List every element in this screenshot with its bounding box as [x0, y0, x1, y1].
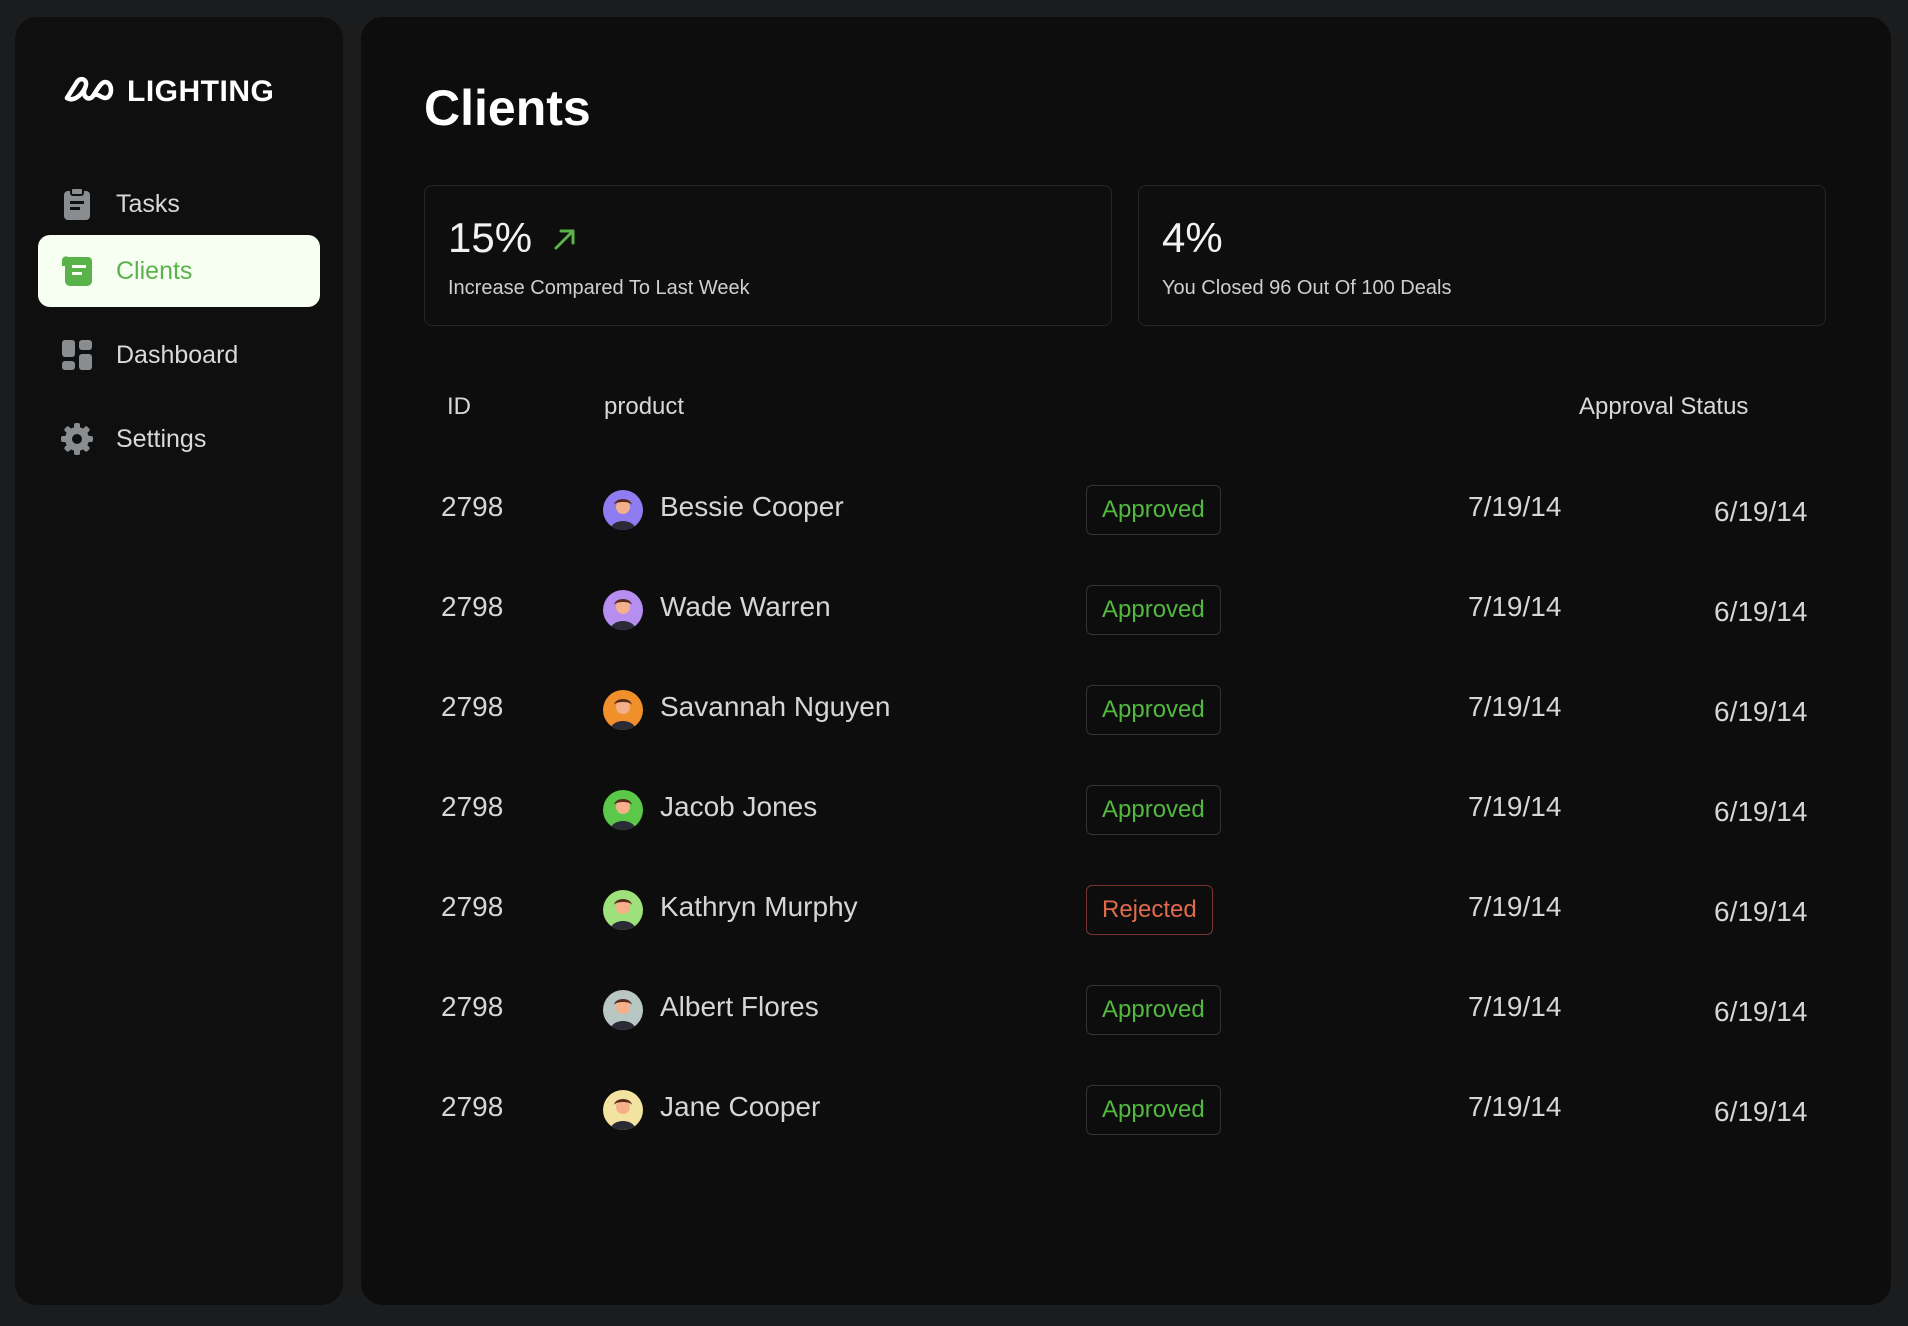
stat-value: 4%: [1162, 214, 1223, 261]
gear-icon: [60, 422, 94, 456]
cell-date: 7/19/14: [1468, 1091, 1562, 1122]
cell-client-name: Kathryn Murphy: [660, 891, 858, 922]
avatar: [603, 490, 643, 530]
cell-id: 2798: [441, 591, 504, 622]
cell-client-name: Bessie Cooper: [660, 491, 844, 522]
arrow-up-right-icon: [552, 214, 578, 262]
page-title: Clients: [424, 80, 591, 136]
cell-date: 6/19/14: [1714, 1096, 1808, 1127]
cell-date: 6/19/14: [1714, 796, 1808, 827]
sidebar-item-label: Dashboard: [116, 340, 239, 369]
sidebar-item-label: Tasks: [116, 189, 180, 218]
cell-date: 6/19/14: [1714, 696, 1808, 727]
table-row[interactable]: 2798 Kathryn Murphy Rejected 7/19/14 6/19/14: [361, 859, 1891, 959]
table-row[interactable]: 2798 Bessie Cooper Approved 7/19/14 6/19/14: [361, 459, 1891, 559]
status-badge: Approved: [1086, 585, 1221, 635]
stat-description: You Closed 96 Out Of 100 Deals: [1162, 277, 1452, 299]
cell-client-name: Albert Flores: [660, 991, 819, 1022]
cell-id: 2798: [441, 791, 504, 822]
table-row[interactable]: 2798 Jacob Jones Approved 7/19/14 6/19/14: [361, 759, 1891, 859]
dashboard-icon: [60, 338, 94, 372]
cell-id: 2798: [441, 691, 504, 722]
cell-date: 7/19/14: [1468, 691, 1562, 722]
sidebar: LIGHTING Tasks Clients Dashboard Setting…: [15, 17, 343, 1305]
table-row[interactable]: 2798 Savannah Nguyen Approved 7/19/14 6/19/1…: [361, 659, 1891, 759]
avatar: [603, 690, 643, 730]
column-header-approval-status[interactable]: Approval Status: [1579, 393, 1748, 421]
stat-description: Increase Compared To Last Week: [448, 277, 750, 299]
stat-value: 15%: [448, 214, 533, 261]
avatar: [603, 990, 643, 1030]
cell-date: 7/19/14: [1468, 891, 1562, 922]
cell-date: 6/19/14: [1714, 496, 1808, 527]
table-row[interactable]: 2798 Wade Warren Approved 7/19/14 6/19/14: [361, 559, 1891, 659]
status-badge: Approved: [1086, 985, 1221, 1035]
cell-date: 7/19/14: [1468, 991, 1562, 1022]
avatar: [603, 590, 643, 630]
sidebar-item-clients[interactable]: Clients: [38, 235, 320, 307]
column-header-id[interactable]: ID: [447, 393, 471, 421]
avatar: [603, 790, 643, 830]
cell-date: 7/19/14: [1468, 591, 1562, 622]
status-badge: Approved: [1086, 1085, 1221, 1135]
scroll-icon: [60, 254, 94, 288]
table-row[interactable]: 2798 Albert Flores Approved 7/19/14 6/19/14: [361, 959, 1891, 1059]
avatar: [603, 1090, 643, 1130]
status-badge: Rejected: [1086, 885, 1213, 935]
stat-value-row: 4%: [1162, 214, 1223, 262]
cell-date: 7/19/14: [1468, 791, 1562, 822]
cell-id: 2798: [441, 1091, 504, 1122]
stat-card-deals-closed: 4% You Closed 96 Out Of 100 Deals: [1138, 185, 1826, 326]
avatar: [603, 890, 643, 930]
cell-id: 2798: [441, 991, 504, 1022]
logo-text: LIGHTING: [127, 75, 275, 108]
column-header-product[interactable]: product: [604, 393, 684, 421]
sidebar-item-label: Settings: [116, 424, 207, 453]
sidebar-item-settings[interactable]: Settings: [38, 403, 320, 475]
cell-client-name: Savannah Nguyen: [660, 691, 891, 722]
cell-client-name: Wade Warren: [660, 591, 831, 622]
cell-date: 6/19/14: [1714, 996, 1808, 1027]
status-badge: Approved: [1086, 485, 1221, 535]
cell-client-name: Jacob Jones: [660, 791, 818, 822]
app-logo[interactable]: LIGHTING: [61, 75, 274, 109]
main-panel: Clients 15% Increase Compared To Last We…: [361, 17, 1891, 1305]
cell-date: 6/19/14: [1714, 896, 1808, 927]
status-badge: Approved: [1086, 685, 1221, 735]
cell-id: 2798: [441, 891, 504, 922]
sidebar-item-label: Clients: [116, 256, 193, 285]
stat-card-weekly-increase: 15% Increase Compared To Last Week: [424, 185, 1112, 326]
clipboard-icon: [60, 187, 94, 221]
infinity-logo-icon: [61, 76, 117, 109]
cell-date: 7/19/14: [1468, 491, 1562, 522]
cell-date: 6/19/14: [1714, 596, 1808, 627]
cell-id: 2798: [441, 491, 504, 522]
sidebar-item-dashboard[interactable]: Dashboard: [38, 319, 320, 391]
status-badge: Approved: [1086, 785, 1221, 835]
sidebar-item-tasks[interactable]: Tasks: [38, 168, 320, 240]
table-row[interactable]: 2798 Jane Cooper Approved 7/19/14 6/19/14: [361, 1059, 1891, 1159]
cell-client-name: Jane Cooper: [660, 1091, 821, 1122]
stat-value-row: 15%: [448, 214, 578, 262]
